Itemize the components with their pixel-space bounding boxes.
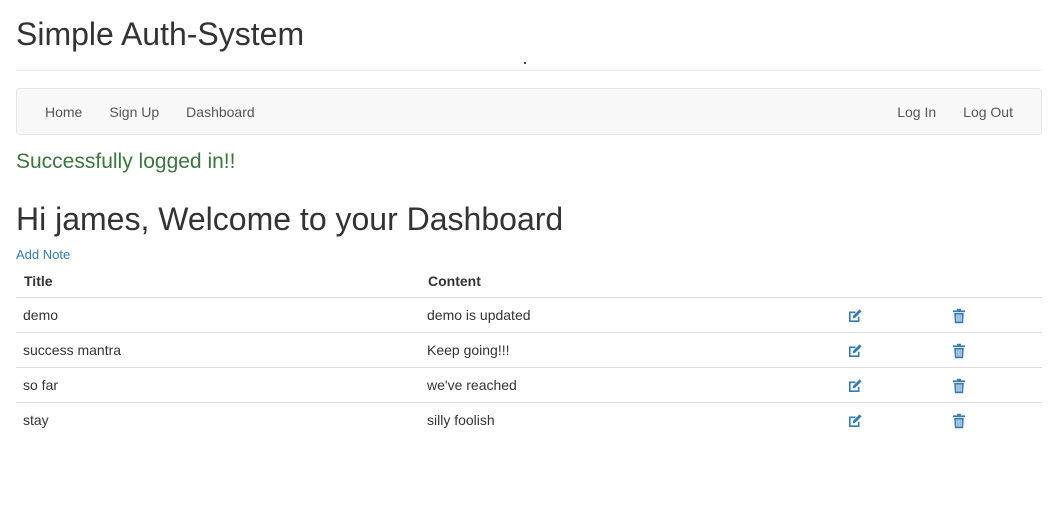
note-content-cell: we've reached — [420, 367, 840, 403]
trash-icon[interactable] — [951, 343, 967, 359]
note-title-cell: so far — [16, 367, 420, 403]
edit-cell — [840, 332, 944, 368]
table-header-row: Title Content — [16, 264, 1042, 298]
column-header-content: Content — [420, 264, 840, 298]
column-header-delete — [944, 264, 1042, 298]
nav-left-group: Home Sign Up Dashboard — [45, 89, 282, 134]
table-row: stay silly foolish — [16, 403, 1042, 438]
note-title-cell: demo — [16, 297, 420, 333]
note-content-cell: Keep going!!! — [420, 332, 840, 368]
column-header-title: Title — [16, 264, 420, 298]
edit-icon[interactable] — [847, 308, 863, 324]
edit-icon[interactable] — [847, 413, 863, 429]
trash-icon[interactable] — [951, 413, 967, 429]
flash-message: Successfully logged in!! — [16, 150, 236, 173]
delete-cell — [944, 332, 1042, 368]
note-content-cell: silly foolish — [427, 412, 495, 428]
trash-icon[interactable] — [951, 378, 967, 394]
welcome-heading: Hi james, Welcome to your Dashboard — [16, 201, 564, 237]
edit-icon[interactable] — [847, 343, 863, 359]
nav-dashboard-link[interactable]: Dashboard — [186, 104, 255, 120]
app-title: Simple Auth-System — [16, 16, 305, 52]
edit-cell — [840, 367, 944, 403]
stray-dot — [524, 62, 526, 64]
note-title-cell: stay — [23, 412, 49, 428]
nav-signup-link[interactable]: Sign Up — [109, 104, 159, 120]
navbar: Home Sign Up Dashboard Log In Log Out — [16, 88, 1042, 135]
edit-icon[interactable] — [847, 378, 863, 394]
delete-cell — [944, 297, 1042, 333]
table-row: success mantra Keep going!!! — [16, 332, 1042, 368]
delete-cell — [944, 367, 1042, 403]
delete-cell — [944, 403, 1042, 438]
nav-right-group: Log In Log Out — [870, 89, 1013, 134]
nav-home-link[interactable]: Home — [45, 104, 82, 120]
note-title-cell: success mantra — [16, 332, 420, 368]
edit-cell — [840, 403, 944, 438]
add-note-link[interactable]: Add Note — [16, 247, 70, 262]
table-row: demo demo is updated — [16, 297, 1042, 333]
edit-cell — [840, 297, 944, 333]
trash-icon[interactable] — [951, 308, 967, 324]
nav-logout-link[interactable]: Log Out — [963, 104, 1013, 120]
table-row: so far we've reached — [16, 367, 1042, 403]
page-header: Simple Auth-System — [16, 0, 1042, 71]
column-header-edit — [840, 264, 944, 298]
nav-login-link[interactable]: Log In — [897, 104, 936, 120]
note-content-cell: demo is updated — [420, 297, 840, 333]
notes-table: Title Content demo demo is updated succe… — [16, 264, 1042, 437]
